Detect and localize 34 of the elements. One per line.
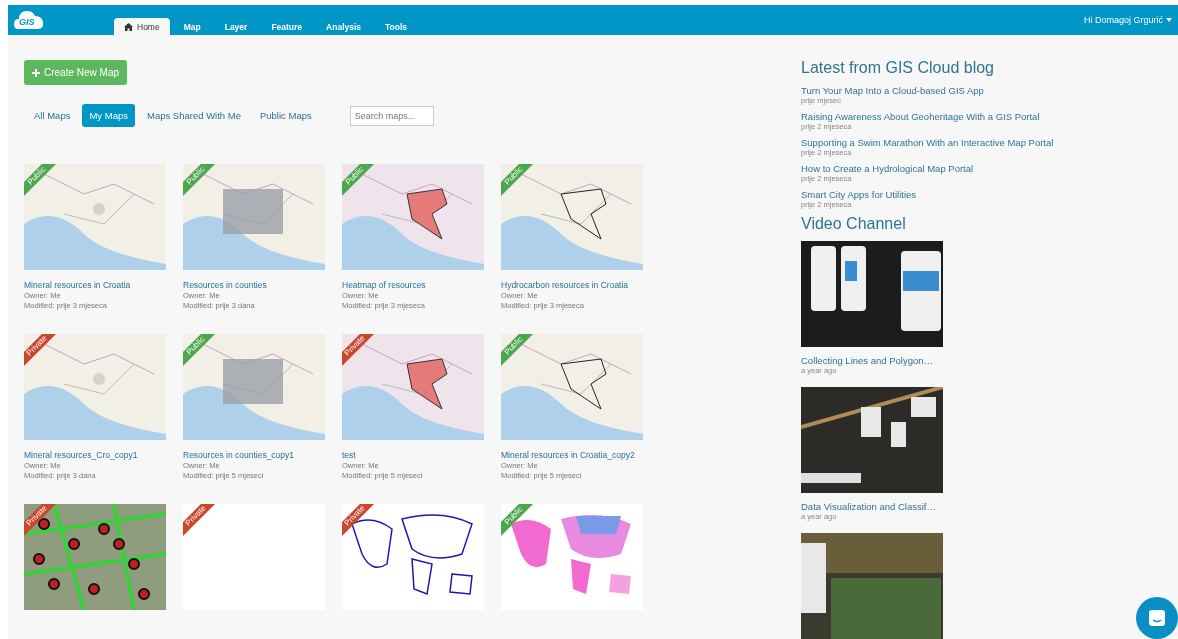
map-title[interactable]: Hydrocarbon resources in Croatia — [501, 280, 643, 290]
search-field[interactable]: Search maps... — [349, 105, 434, 126]
blog-post-link[interactable]: Raising Awareness About Geoheritage With a GIS Portal — [801, 111, 1054, 122]
blog-post-link[interactable]: How to Create a Hydrological Map Portal — [801, 163, 1054, 174]
filter-tab[interactable]: Maps Shared With Me — [140, 104, 248, 127]
video-heading: Video Channel — [801, 215, 907, 233]
nav-tab[interactable]: Map — [173, 18, 211, 35]
filter-tab[interactable]: All Maps — [27, 104, 78, 127]
home-icon — [124, 23, 133, 31]
user-menu[interactable]: Hi Domagoj Grgurić — [1083, 15, 1172, 25]
plus-icon — [32, 68, 40, 77]
caret-icon — [1166, 18, 1172, 22]
nav-tab[interactable]: Layer — [214, 18, 258, 35]
map-title[interactable]: Mineral resources in Croatia — [24, 280, 166, 290]
blog-heading: Latest from GIS Cloud blog — [801, 59, 995, 77]
filter-tab[interactable]: My Maps — [82, 104, 135, 127]
video-title[interactable]: Collecting Lines and Polygon… — [801, 355, 1054, 366]
blog-post-link[interactable]: Supporting a Swim Marathon With an Interactive Map Portal — [801, 137, 1054, 148]
map-title[interactable]: Heatmap of resources — [342, 280, 484, 290]
blog-post-link[interactable]: Turn Your Map Into a Cloud-based GIS App — [801, 85, 1054, 96]
nav-tab[interactable]: Analysis — [316, 18, 372, 35]
nav-tab[interactable]: Home — [114, 18, 170, 35]
chat-button[interactable] — [1136, 597, 1178, 639]
map-title[interactable]: Mineral resources in Croatia_copy2 — [501, 450, 643, 460]
chat-icon — [1148, 609, 1166, 627]
map-title[interactable]: test — [342, 450, 484, 460]
blog-post-link[interactable]: Smart City Apps for Utilities — [801, 189, 1054, 200]
nav-tab[interactable]: Feature — [261, 18, 313, 35]
map-title[interactable]: Mineral resources_Cro_copy1 — [24, 450, 166, 460]
nav-tab[interactable]: Tools — [375, 18, 418, 35]
filter-tab[interactable]: Public Maps — [252, 104, 319, 127]
map-title[interactable]: Resources in counties_copy1 — [183, 450, 325, 460]
map-title[interactable]: Resources in counties — [183, 280, 325, 290]
video-title[interactable]: Data Visualization and Classif… — [801, 501, 1054, 512]
